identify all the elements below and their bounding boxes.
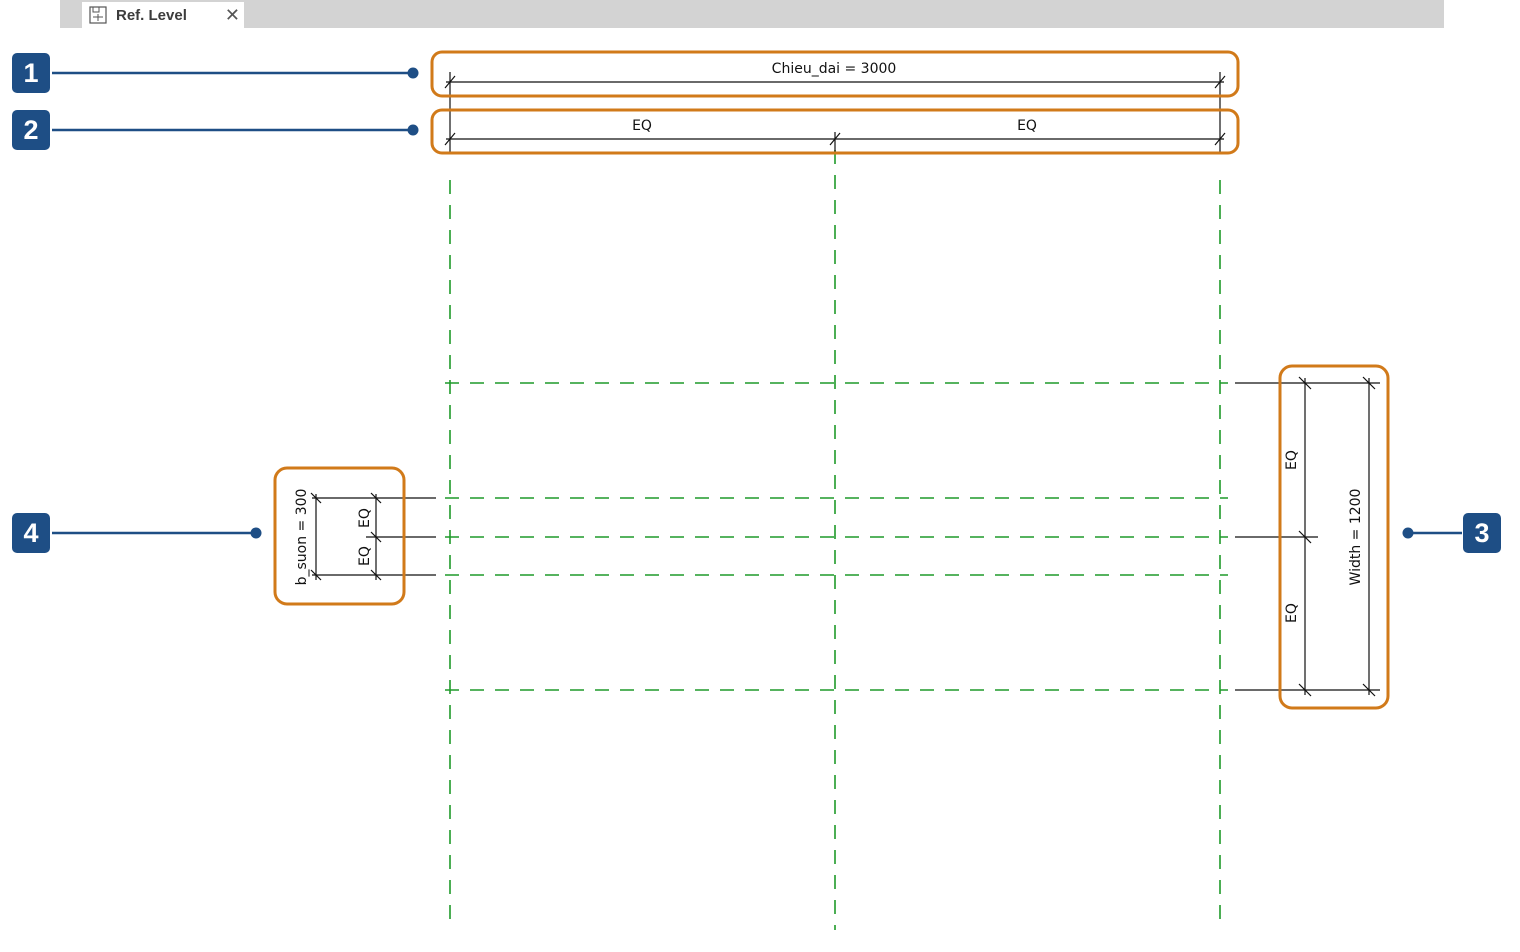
callout-badge-2: 2 [12,110,50,150]
dim-rib-label: b_suon = 300 [294,489,310,586]
dim-eq-right-label: EQ [1017,118,1037,134]
callout-badge-3: 3 [1463,513,1501,553]
reference-planes [445,150,1228,930]
callout-dot-2 [407,124,419,136]
drawing-canvas: Chieu_dai = 3000 EQ EQ EQ EQ Width = 120… [52,50,1462,930]
dimension-eq-length[interactable] [444,132,1226,152]
callout-dot-1 [407,67,419,79]
callout-badge-1: 1 [12,53,50,93]
dim-eq-left-label: EQ [632,118,652,134]
dim-width-label: Width = 1200 [1348,489,1364,586]
dim-rib-eq-top-label: EQ [357,508,373,528]
dim-width-eq-top-label: EQ [1284,450,1300,470]
callout-dot-4 [250,527,262,539]
dim-width-eq-bottom-label: EQ [1284,603,1300,623]
dim-rib-eq-bottom-label: EQ [357,546,373,566]
callout-badge-4: 4 [12,513,50,553]
dim-overall-length-label: Chieu_dai = 3000 [772,61,897,77]
callout-dot-3 [1402,527,1414,539]
dimension-rib[interactable] [310,492,436,581]
